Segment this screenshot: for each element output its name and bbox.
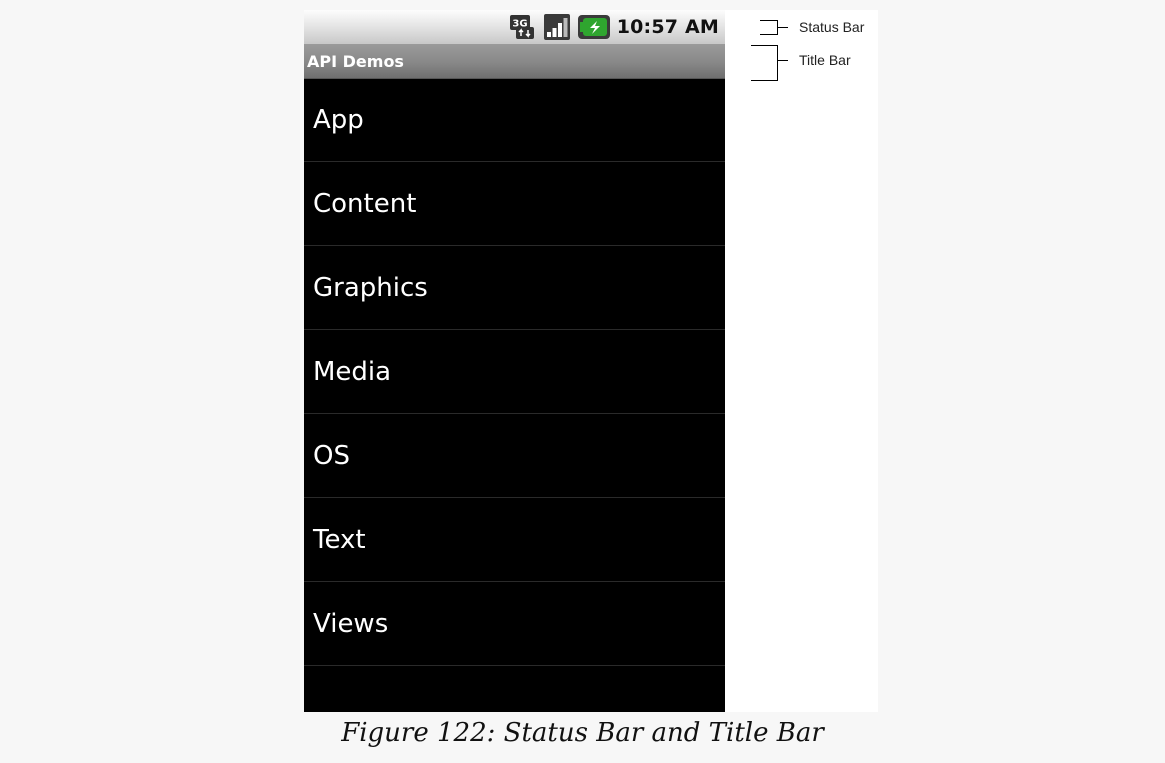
3g-data-icon: 3G: [508, 14, 536, 40]
list-item-label: App: [313, 104, 364, 135]
status-bracket-top: [760, 20, 778, 21]
phone-screen: 3G 10:57 AM API Demos App Content Graphi…: [304, 10, 725, 712]
title-bracket-vertical: [777, 45, 778, 80]
demo-list: App Content Graphics Media OS Text Views: [304, 78, 725, 666]
title-bar-label: Title Bar: [799, 52, 851, 68]
signal-strength-icon: [543, 14, 570, 40]
status-icons: 3G 10:57 AM: [508, 13, 719, 41]
list-item-os[interactable]: OS: [304, 414, 725, 498]
list-item-label: Graphics: [313, 272, 428, 303]
list-item-graphics[interactable]: Graphics: [304, 246, 725, 330]
list-item-label: Text: [313, 524, 366, 555]
battery-charging-icon: [577, 15, 610, 39]
list-item-app[interactable]: App: [304, 78, 725, 162]
status-bar: 3G 10:57 AM: [304, 10, 725, 44]
figure-caption: Figure 122: Status Bar and Title Bar: [341, 718, 824, 748]
status-bracket-bottom: [760, 34, 778, 35]
status-time: 10:57 AM: [616, 16, 719, 38]
status-bracket-pointer: [778, 27, 788, 28]
list-item-views[interactable]: Views: [304, 582, 725, 666]
title-bar: API Demos: [304, 44, 725, 79]
status-bar-label: Status Bar: [799, 19, 865, 35]
title-bracket-pointer: [778, 60, 788, 61]
list-item-media[interactable]: Media: [304, 330, 725, 414]
list-item-label: OS: [313, 440, 350, 471]
title-bracket-top: [751, 45, 778, 46]
list-item-label: Content: [313, 188, 417, 219]
list-item-label: Views: [313, 608, 389, 639]
app-title: API Demos: [307, 52, 404, 71]
list-item-text[interactable]: Text: [304, 498, 725, 582]
title-bracket-bottom: [751, 80, 778, 81]
list-item-label: Media: [313, 356, 392, 387]
list-item-content[interactable]: Content: [304, 162, 725, 246]
